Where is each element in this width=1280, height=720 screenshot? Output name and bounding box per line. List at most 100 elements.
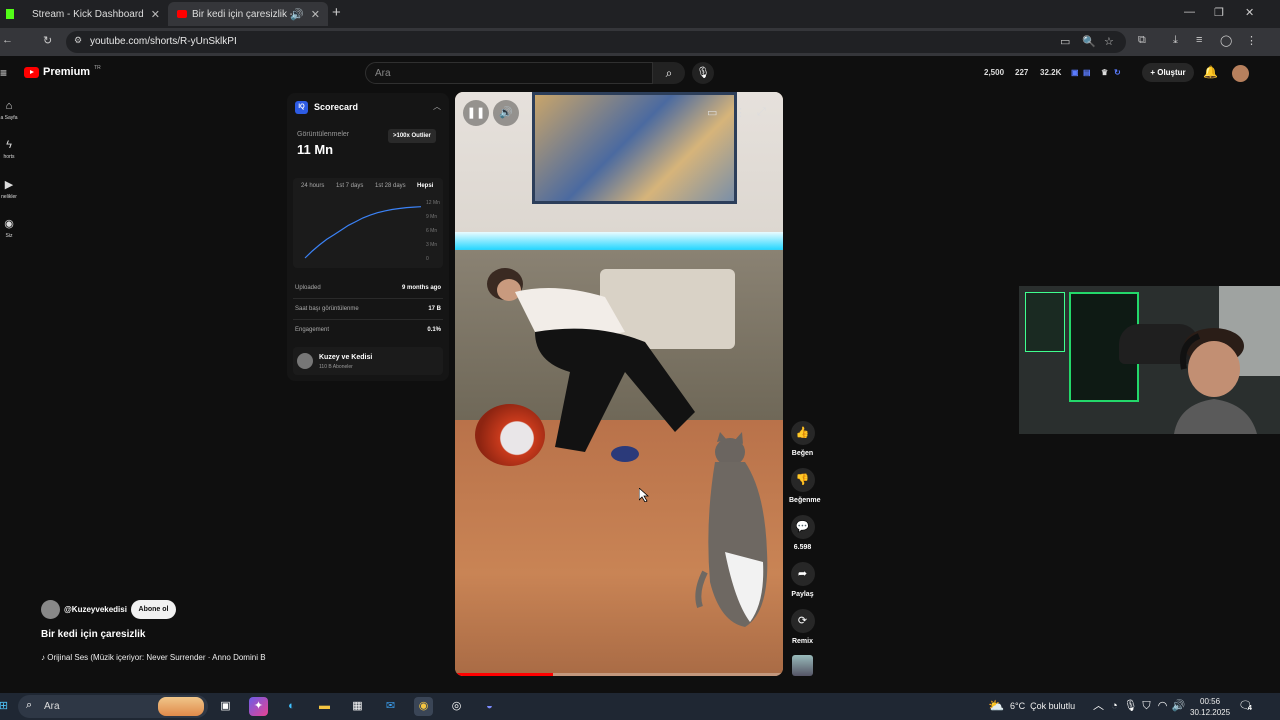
discord-icon[interactable]: ◒: [480, 697, 499, 716]
scorecard-header[interactable]: IQ Scorecard ︿: [295, 101, 441, 115]
close-tab-icon[interactable]: ✕: [311, 8, 320, 21]
sound-thumbnail[interactable]: [792, 655, 813, 676]
remix-icon: ⟳: [797, 615, 808, 627]
subscribe-button[interactable]: Abone ol: [131, 600, 176, 619]
hamburger-menu-icon[interactable]: ≡: [0, 66, 7, 80]
home-icon: ⌂: [5, 100, 13, 112]
hourly-views-label: Saat başı görüntülenme: [295, 306, 359, 312]
y-tick-label: 12 Mn: [426, 200, 440, 206]
extension-icon[interactable]: ▣: [1071, 68, 1079, 77]
share-label: Paylaş: [791, 591, 814, 598]
profile-icon[interactable]: ◯: [1220, 34, 1232, 47]
like-button[interactable]: 👍 Beğen: [789, 421, 816, 457]
restore-icon[interactable]: ❐: [1214, 6, 1224, 19]
store-icon[interactable]: ▦: [348, 697, 367, 716]
install-app-icon[interactable]: ▭: [1060, 35, 1070, 48]
channel-card[interactable]: Kuzey ve Kedisi 110 B Aboneler: [293, 347, 443, 375]
voice-search-button[interactable]: 🎙: [692, 62, 714, 84]
divider: [293, 298, 443, 299]
video-frame-cat-tunnel: [475, 404, 545, 466]
tab-title: Bir kedi için çaresizlik - YouTube: [192, 8, 292, 20]
close-tab-icon[interactable]: ✕: [151, 8, 160, 21]
y-tick-label: 6 Mn: [426, 228, 437, 234]
url-text: youtube.com/shorts/R-yUnSklkPI: [90, 36, 237, 47]
youtube-logo[interactable]: Premium TR: [24, 65, 101, 78]
sidebar-item-you[interactable]: ◉ Siz: [0, 217, 18, 239]
scorecard-panel: IQ Scorecard ︿ Görüntülenmeler 11 Mn >10…: [287, 93, 449, 381]
taskbar-search[interactable]: ⌕ Ara: [18, 695, 208, 718]
minimize-icon[interactable]: —: [1184, 6, 1195, 18]
downloads-icon[interactable]: ⤓: [1173, 34, 1178, 47]
sidebar-item-shorts[interactable]: ϟ horts: [0, 139, 18, 160]
progress-fill: [455, 673, 554, 676]
address-bar[interactable]: ⚙ youtube.com/shorts/R-yUnSklkPI ▭ 🔍 ☆: [66, 31, 1126, 53]
chrome-icon[interactable]: ◉: [414, 697, 433, 716]
tab-kick-dashboard[interactable]: Stream - Kick Dashboard ✕: [0, 2, 168, 26]
new-tab-icon[interactable]: +: [332, 4, 341, 21]
notifications-bell-icon[interactable]: 🔔: [1203, 65, 1218, 79]
extension-icon[interactable]: ↻: [1114, 68, 1121, 77]
volume-button[interactable]: 🔊: [493, 100, 519, 126]
copilot-icon[interactable]: ✦: [249, 697, 268, 716]
y-tick-label: 0: [426, 256, 429, 262]
media-icon[interactable]: ≡: [1196, 34, 1202, 46]
thumbs-down-icon: 👎: [795, 474, 810, 486]
clock[interactable]: 00:56 30.12.2025: [1190, 696, 1230, 718]
search-input[interactable]: Ara: [365, 62, 653, 84]
task-view-icon[interactable]: ▣: [216, 697, 235, 716]
create-button[interactable]: + Oluştur: [1142, 63, 1194, 82]
avatar[interactable]: [1232, 65, 1249, 82]
menu-icon[interactable]: ⋮: [1246, 34, 1257, 47]
share-button[interactable]: ➦ Paylaş: [789, 562, 816, 598]
tab-youtube-short[interactable]: Bir kedi için çaresizlik - YouTube 🔊 ✕: [168, 2, 328, 26]
thumbs-up-icon: 👍: [795, 427, 810, 439]
edge-icon[interactable]: ◐: [282, 697, 301, 716]
weather-widget[interactable]: 6°C Çok bulutlu: [1010, 701, 1075, 711]
you-icon: ◉: [4, 218, 14, 230]
bookmark-star-icon[interactable]: ☆: [1104, 35, 1114, 48]
sidebar-item-home[interactable]: ⌂ a Sayfa: [0, 100, 18, 121]
search-button[interactable]: ⌕: [653, 62, 685, 84]
uploaded-label: Uploaded: [295, 285, 321, 291]
sidebar-item-subscriptions[interactable]: ▶ nelikler: [0, 178, 18, 200]
volume-icon[interactable]: 🔊: [1169, 697, 1188, 716]
y-tick-label: 9 Mn: [426, 214, 437, 220]
shorts-video-player[interactable]: ❚❚ 🔊 ▭ ⋮ ⤢: [455, 92, 783, 676]
back-icon[interactable]: ←: [2, 34, 13, 46]
channel-handle[interactable]: @Kuzeyvekedisi: [64, 605, 127, 614]
notification-count: 4: [1248, 705, 1252, 712]
browser-toolbar: ← ↻ ⚙ youtube.com/shorts/R-yUnSklkPI ▭ 🔍…: [0, 28, 1280, 56]
dislike-button[interactable]: 👎 Beğenme: [789, 468, 821, 504]
remix-button[interactable]: ⟳ Remix: [789, 609, 816, 645]
reload-icon[interactable]: ↻: [43, 34, 52, 47]
windows-start-icon[interactable]: ⊞: [0, 697, 13, 716]
pause-button[interactable]: ❚❚: [463, 100, 489, 126]
engagement-value: 0.1%: [427, 327, 441, 333]
chevron-up-icon[interactable]: ︿: [433, 101, 441, 112]
file-explorer-icon[interactable]: ▬: [315, 697, 334, 716]
close-window-icon[interactable]: ✕: [1245, 6, 1254, 19]
youtube-favicon-icon: [177, 10, 187, 18]
outlook-icon[interactable]: ✉: [381, 697, 400, 716]
trophy-icon[interactable]: ♛: [1101, 68, 1108, 77]
search-icon: ⌕: [26, 699, 33, 711]
more-options-icon[interactable]: ⋮: [735, 106, 746, 119]
music-info[interactable]: ♪ Orijinal Ses (Müzik içeriyor: Never Su…: [41, 653, 266, 662]
extensions-icon[interactable]: ⧉: [1138, 34, 1146, 47]
site-info-icon[interactable]: ⚙: [74, 35, 82, 46]
captions-icon[interactable]: ▭: [707, 106, 717, 119]
comments-button[interactable]: 💬 6.598: [789, 515, 816, 551]
obs-icon[interactable]: ◎: [447, 697, 466, 716]
tab-audio-icon[interactable]: 🔊: [290, 8, 304, 21]
search-highlight-icon: [158, 697, 204, 716]
notifications-icon[interactable]: 🗨: [1236, 697, 1255, 716]
weather-icon: ⛅: [988, 698, 1005, 713]
fullscreen-icon[interactable]: ⤢: [757, 106, 766, 119]
zoom-icon[interactable]: 🔍: [1082, 35, 1096, 48]
weather-text: Çok bulutlu: [1030, 701, 1076, 711]
views-chart: 12 Mn 9 Mn 6 Mn 3 Mn 0: [304, 200, 440, 262]
channel-avatar[interactable]: [41, 600, 60, 619]
like-label: Beğen: [791, 450, 814, 457]
extension-icon[interactable]: ▤: [1083, 68, 1091, 77]
views-value: 11 Mn: [297, 142, 334, 157]
